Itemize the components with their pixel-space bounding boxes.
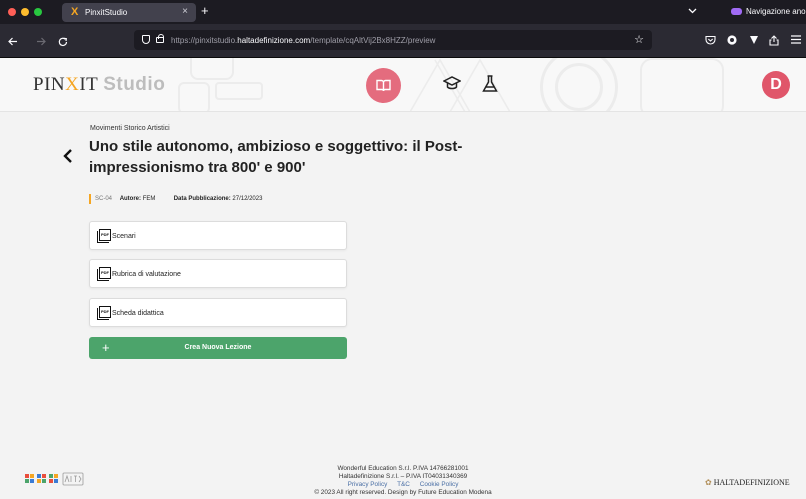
document-button-scheda[interactable]: PDF Scheda didattica	[89, 298, 347, 327]
decorative-shape	[178, 82, 210, 111]
author-label: Autore:	[119, 196, 142, 202]
decorative-triangles	[410, 58, 511, 111]
template-meta: SC-04 Autore: FEM Data Pubblicazione: 27…	[89, 194, 262, 204]
lock-icon[interactable]	[156, 34, 164, 43]
pdf-icon: PDF	[97, 229, 111, 243]
document-label: Rubrica di valutazione	[112, 271, 181, 278]
date-label: Data Pubblicazione:	[173, 196, 231, 202]
laurel-icon: ✿	[705, 478, 712, 487]
ublock-icon[interactable]	[749, 35, 759, 48]
chevron-left-icon	[63, 149, 72, 163]
document-button-rubrica[interactable]: PDF Rubrica di valutazione	[89, 259, 347, 288]
url-bar[interactable]: https://pinxitstudio.haltadefinizione.co…	[134, 30, 652, 50]
new-tab-button[interactable]: +	[201, 4, 209, 18]
flask-icon	[482, 75, 498, 92]
date-value: 27/12/2023	[232, 196, 263, 202]
back-button[interactable]	[8, 37, 18, 49]
fem-logo[interactable]	[25, 472, 84, 486]
footer-line-partner: Haltadefinizione S.r.l. – P.IVA IT040313…	[338, 473, 468, 480]
browser-tab-pinxitstudio[interactable]: X PinxitStudio ×	[62, 3, 196, 22]
tracking-shield-icon[interactable]	[142, 35, 150, 44]
menu-icon[interactable]	[791, 35, 801, 47]
arrow-left-icon	[8, 37, 17, 46]
author-value: FEM	[142, 196, 156, 202]
template-code: SC-04	[95, 196, 113, 202]
template-category: Movimenti Storico Artistici	[90, 125, 170, 132]
bookmark-star-icon[interactable]: ☆	[634, 33, 644, 46]
document-label: Scheda didattica	[112, 310, 164, 317]
tab-close-button[interactable]: ×	[182, 6, 188, 18]
chevron-down-icon	[688, 8, 697, 14]
decorative-shape	[190, 58, 234, 80]
decorative-shape	[215, 82, 263, 100]
tab-title: PinxitStudio	[85, 8, 128, 17]
decorative-shape	[640, 58, 724, 111]
graduation-cap-icon	[442, 76, 462, 90]
document-label: Scenari	[112, 233, 136, 240]
haltadefinizione-logo[interactable]: ✿ HALTADEFINIZIONE	[705, 478, 790, 488]
privacy-policy-link[interactable]: Privacy Policy	[348, 481, 388, 488]
tab-list-button[interactable]	[688, 6, 697, 16]
pinxit-studio-logo[interactable]: PINXIT Studio	[33, 74, 165, 96]
document-button-scenari[interactable]: PDF Scenari	[89, 221, 347, 250]
terms-link[interactable]: T&C	[397, 481, 410, 488]
create-lesson-label: Crea Nuova Lezione	[184, 344, 252, 351]
url-text[interactable]: https://pinxitstudio.haltadefinizione.co…	[171, 35, 435, 46]
nav-lab-button[interactable]	[482, 75, 498, 98]
footer: Wonderful Education S.r.l. P.IVA 1476628…	[0, 461, 806, 499]
account-icon[interactable]	[727, 35, 737, 48]
private-browsing-icon	[731, 8, 742, 15]
reload-button[interactable]	[58, 37, 68, 50]
share-icon[interactable]	[769, 35, 779, 49]
pocket-icon[interactable]	[705, 35, 716, 48]
private-browsing-label: Navigazione anonima	[746, 7, 806, 16]
browser-tab-bar: X PinxitStudio × + Navigazione anonima	[0, 0, 806, 24]
footer-line-company: Wonderful Education S.r.l. P.IVA 1476628…	[337, 465, 469, 472]
nav-library-button[interactable]	[366, 68, 401, 103]
book-icon	[376, 78, 391, 98]
minimize-window-button[interactable]	[21, 8, 29, 16]
reload-icon	[58, 37, 68, 47]
app-header: PINXIT Studio D	[0, 58, 806, 112]
zoom-window-button[interactable]	[34, 8, 42, 16]
pdf-icon: PDF	[97, 306, 111, 320]
forward-button[interactable]	[36, 37, 46, 49]
cookie-policy-link[interactable]: Cookie Policy	[420, 481, 459, 488]
nav-courses-button[interactable]	[442, 75, 462, 96]
pdf-icon: PDF	[97, 267, 111, 281]
arrow-right-icon	[37, 37, 46, 46]
create-lesson-button[interactable]: + Crea Nuova Lezione	[89, 337, 347, 359]
footer-links: Privacy Policy T&C Cookie Policy	[270, 481, 536, 489]
footer-copyright: © 2023 All right reserved. Design by Fut…	[314, 489, 492, 496]
close-window-button[interactable]	[8, 8, 16, 16]
footer-legal-text: Wonderful Education S.r.l. P.IVA 1476628…	[270, 465, 536, 497]
user-avatar[interactable]: D	[762, 71, 790, 99]
decorative-shape	[555, 63, 603, 111]
browser-navigation-bar: https://pinxitstudio.haltadefinizione.co…	[0, 24, 806, 58]
back-arrow-button[interactable]	[62, 147, 74, 165]
tab-favicon-icon: X	[71, 6, 79, 18]
template-title: Uno stile autonomo, ambizioso e soggetti…	[89, 138, 463, 176]
